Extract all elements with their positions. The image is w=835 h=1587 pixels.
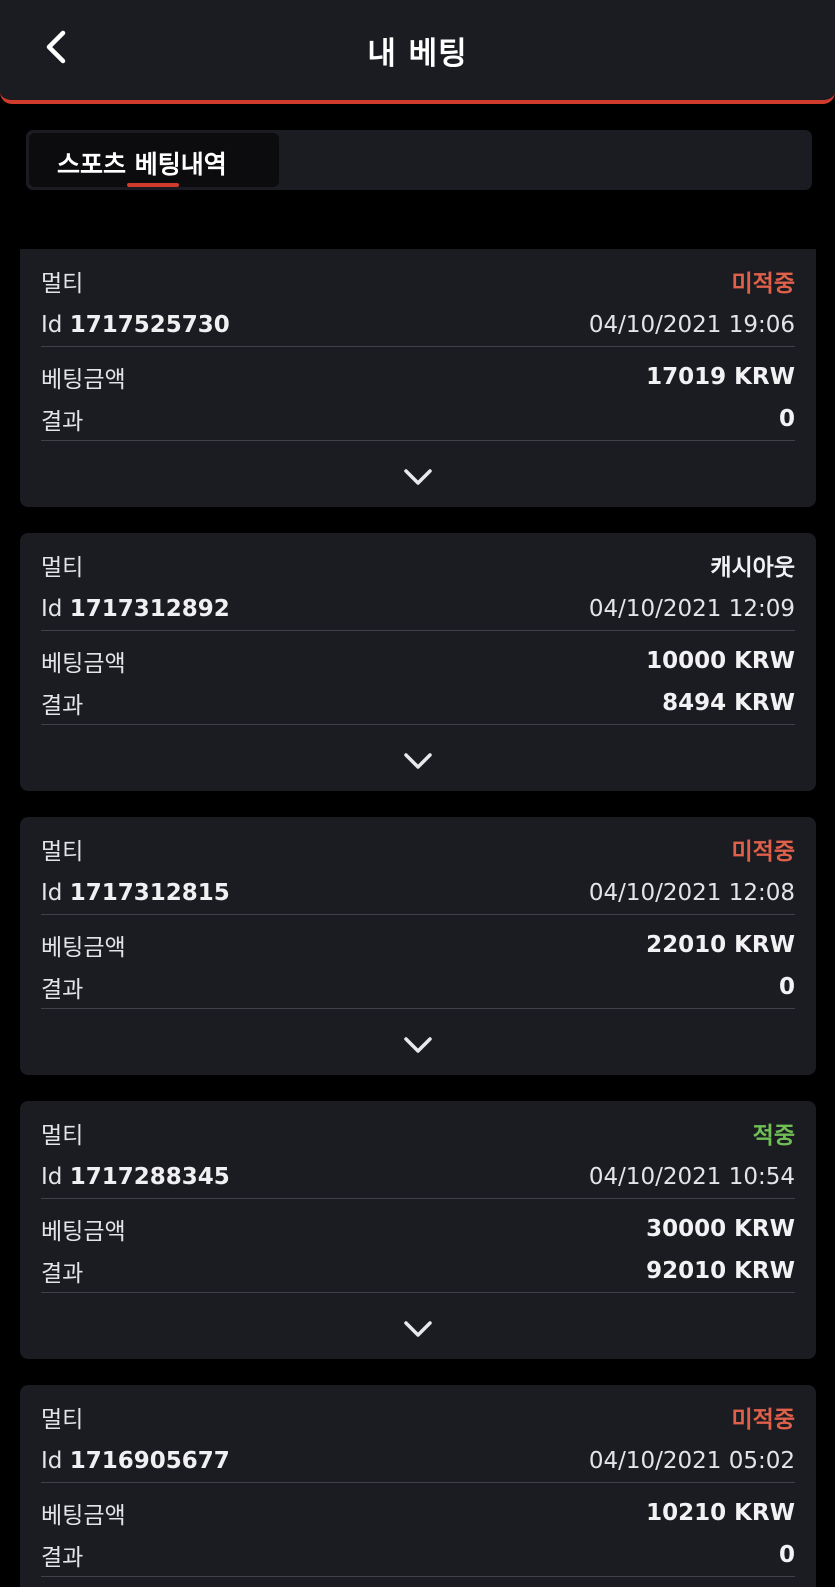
- bet-id: Id 1716905677: [41, 1448, 230, 1474]
- bet-amount-value: 30000 KRW: [646, 1216, 795, 1242]
- divider: [41, 1292, 795, 1293]
- divider: [41, 724, 795, 725]
- bet-amount-value: 10000 KRW: [646, 648, 795, 674]
- bet-status: 적중: [752, 1123, 795, 1149]
- bet-amount-value: 17019 KRW: [646, 364, 795, 390]
- bet-status: 캐시아웃: [710, 555, 795, 581]
- divider: [41, 440, 795, 441]
- bet-datetime: 04/10/2021 19:06: [588, 312, 795, 338]
- bet-amount-label: 베팅금액: [41, 1219, 126, 1245]
- divider: [41, 914, 795, 915]
- bet-result-label: 결과: [41, 1261, 84, 1287]
- bet-type: 멀티: [41, 271, 84, 297]
- divider: [41, 346, 795, 347]
- bet-datetime: 04/10/2021 05:02: [588, 1448, 795, 1474]
- bet-card: 멀티 미적중 Id 1716905677 04/10/2021 05:02 베팅…: [20, 1385, 816, 1587]
- bet-id-label: Id: [41, 1448, 63, 1474]
- bet-card: 멀티 미적중 Id 1717312815 04/10/2021 12:08 베팅…: [20, 817, 816, 1075]
- bet-status: 미적중: [731, 839, 795, 865]
- bet-type: 멀티: [41, 839, 84, 865]
- bet-datetime: 04/10/2021 12:08: [588, 880, 795, 906]
- active-tab-indicator: [127, 183, 179, 187]
- bet-result-value: 92010 KRW: [646, 1258, 795, 1284]
- chevron-down-icon: [404, 1321, 432, 1337]
- bet-result-label: 결과: [41, 977, 84, 1003]
- bet-amount-label: 베팅금액: [41, 367, 126, 393]
- bet-card: 멀티 캐시아웃 Id 1717312892 04/10/2021 12:09 베…: [20, 533, 816, 791]
- expand-button[interactable]: [395, 1033, 441, 1059]
- page-title: 내 베팅: [367, 36, 468, 72]
- bet-amount-value: 10210 KRW: [646, 1500, 795, 1526]
- bet-id: Id 1717525730: [41, 312, 230, 338]
- bet-result-value: 0: [778, 406, 795, 432]
- divider: [41, 1482, 795, 1483]
- bet-id-value: 1717312892: [69, 596, 230, 622]
- chevron-down-icon: [404, 469, 432, 485]
- bet-amount-label: 베팅금액: [41, 1503, 126, 1529]
- bet-result-value: 0: [778, 974, 795, 1000]
- bet-id-value: 1716905677: [69, 1448, 230, 1474]
- bet-id-label: Id: [41, 596, 63, 622]
- bet-datetime: 04/10/2021 10:54: [588, 1164, 795, 1190]
- bet-id: Id 1717312815: [41, 880, 230, 906]
- expand-button[interactable]: [395, 749, 441, 775]
- app-header: 내 베팅: [0, 0, 835, 104]
- bet-type: 멀티: [41, 555, 84, 581]
- tab-label: 스포츠 베팅내역: [57, 150, 227, 179]
- bet-id: Id 1717288345: [41, 1164, 230, 1190]
- tab-sports-bet-history[interactable]: 스포츠 베팅내역: [29, 133, 279, 187]
- bet-id-value: 1717525730: [69, 312, 230, 338]
- bet-id: Id 1717312892: [41, 596, 230, 622]
- bet-id-label: Id: [41, 312, 63, 338]
- tab-bar: 스포츠 베팅내역: [26, 130, 812, 190]
- bet-datetime: 04/10/2021 12:09: [588, 596, 795, 622]
- bet-card: 멀티 미적중 Id 1717525730 04/10/2021 19:06 베팅…: [20, 249, 816, 507]
- bet-status: 미적중: [731, 1407, 795, 1433]
- bet-type: 멀티: [41, 1407, 84, 1433]
- divider: [41, 1008, 795, 1009]
- expand-button[interactable]: [395, 1317, 441, 1343]
- bet-amount-label: 베팅금액: [41, 651, 126, 677]
- bet-id-label: Id: [41, 880, 63, 906]
- bet-result-label: 결과: [41, 693, 84, 719]
- chevron-down-icon: [404, 753, 432, 769]
- bet-result-label: 결과: [41, 1545, 84, 1571]
- bet-type: 멀티: [41, 1123, 84, 1149]
- bet-result-value: 8494 KRW: [662, 690, 795, 716]
- bet-id-value: 1717288345: [69, 1164, 230, 1190]
- bet-amount-value: 22010 KRW: [646, 932, 795, 958]
- bet-card: 멀티 적중 Id 1717288345 04/10/2021 10:54 베팅금…: [20, 1101, 816, 1359]
- bet-amount-label: 베팅금액: [41, 935, 126, 961]
- divider: [41, 1198, 795, 1199]
- expand-button[interactable]: [395, 465, 441, 491]
- chevron-down-icon: [404, 1037, 432, 1053]
- bet-result-value: 0: [778, 1542, 795, 1568]
- divider: [41, 1576, 795, 1577]
- bet-result-label: 결과: [41, 409, 84, 435]
- bet-status: 미적중: [731, 271, 795, 297]
- divider: [41, 630, 795, 631]
- bet-id-label: Id: [41, 1164, 63, 1190]
- bet-id-value: 1717312815: [69, 880, 230, 906]
- bet-list[interactable]: 멀티 미적중 Id 1717525730 04/10/2021 19:06 베팅…: [20, 249, 816, 1587]
